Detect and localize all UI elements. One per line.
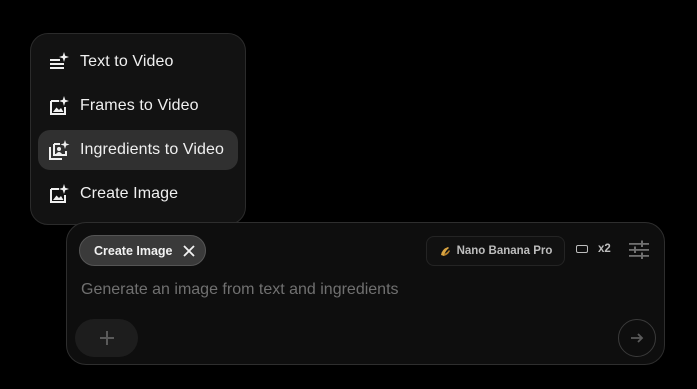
mode-menu: Text to Video Frames to Video Ingredient… (30, 33, 246, 225)
image-add-sparkle-icon (48, 183, 70, 205)
app-stage: Text to Video Frames to Video Ingredient… (0, 0, 697, 389)
text-sparkle-icon (48, 51, 70, 73)
image-sparkle-icon (48, 95, 70, 117)
output-count-label: x2 (598, 243, 611, 255)
plus-icon (99, 331, 114, 345)
model-selector[interactable]: Nano Banana Pro (426, 236, 565, 266)
menu-item-label: Frames to Video (80, 97, 199, 114)
model-label: Nano Banana Pro (456, 245, 553, 257)
close-icon[interactable] (182, 244, 195, 257)
menu-item-label: Ingredients to Video (80, 141, 225, 158)
menu-item-label: Text to Video (80, 53, 174, 70)
menu-item-frames-to-video[interactable]: Frames to Video (38, 86, 238, 126)
arrow-right-icon (631, 333, 644, 343)
menu-item-ingredients-to-video[interactable]: Ingredients to Video (38, 130, 238, 170)
add-ingredient-button[interactable] (75, 319, 138, 357)
layers-sparkle-icon (48, 139, 70, 161)
mode-chip-label: Create Image (94, 243, 173, 258)
sliders-icon[interactable] (628, 240, 650, 260)
prompt-composer: Create Image Nano Banana Pro x2 (66, 222, 665, 365)
menu-item-text-to-video[interactable]: Text to Video (38, 42, 238, 82)
menu-item-label: Create Image (80, 185, 179, 202)
banana-icon (439, 245, 451, 257)
aspect-ratio-icon (576, 245, 588, 253)
prompt-input[interactable] (81, 277, 641, 303)
menu-item-create-image[interactable]: Create Image (38, 174, 238, 214)
output-count-selector[interactable]: x2 (576, 243, 611, 255)
mode-chip[interactable]: Create Image (79, 235, 206, 266)
send-button[interactable] (618, 319, 656, 357)
